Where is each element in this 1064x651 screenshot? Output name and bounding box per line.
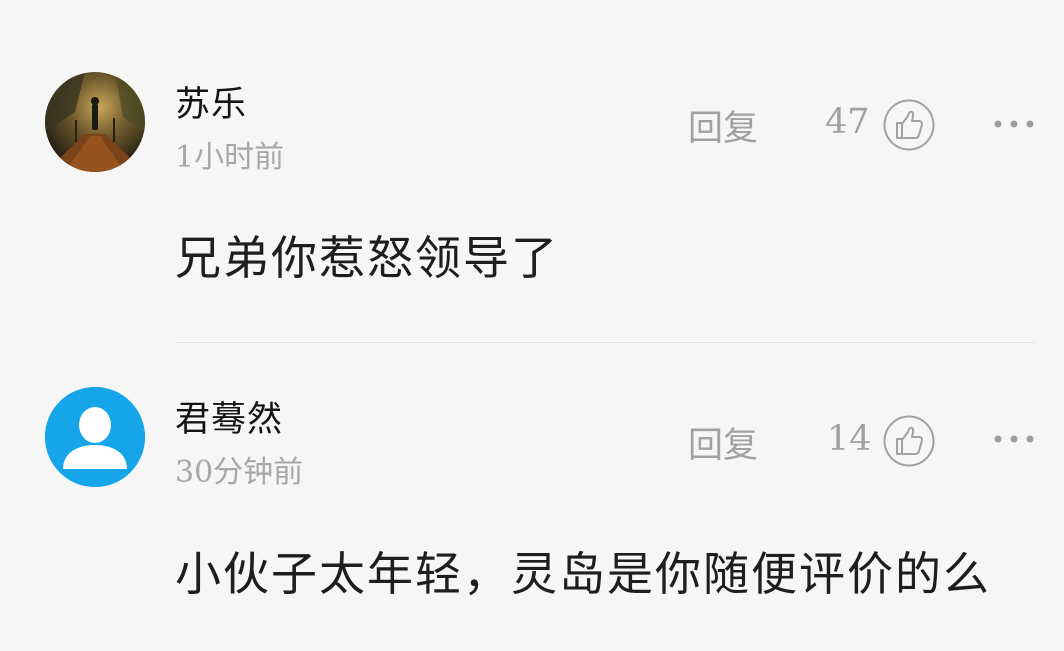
user-avatar[interactable] xyxy=(45,387,145,487)
reply-button[interactable]: 回复 xyxy=(688,417,758,468)
like-button[interactable] xyxy=(883,415,935,467)
more-button[interactable] xyxy=(993,431,1035,445)
timestamp: 1小时前 xyxy=(175,140,285,175)
like-count: 14 xyxy=(827,419,872,459)
comment-text: 兄弟你惹怒领导了 xyxy=(175,231,559,285)
like-button[interactable] xyxy=(883,99,935,151)
thumbs-up-icon xyxy=(883,415,935,467)
username[interactable]: 君蓦然 xyxy=(175,391,283,442)
username[interactable]: 苏乐 xyxy=(175,76,247,127)
timestamp: 30分钟前 xyxy=(175,455,304,490)
more-button[interactable] xyxy=(993,116,1035,130)
comment-text: 小伙子太年轻，灵岛是你随便评价的么 xyxy=(175,547,991,601)
comment-list: 苏乐 1小时前 回复 47 兄弟你惹怒领导了 君蓦然 30分钟前 回复 14 小… xyxy=(0,0,1064,651)
comment-item: 君蓦然 30分钟前 回复 14 小伙子太年轻，灵岛是你随便评价的么 xyxy=(0,343,1064,651)
user-avatar[interactable] xyxy=(45,72,145,172)
like-count: 47 xyxy=(825,102,870,142)
reply-button[interactable]: 回复 xyxy=(688,100,758,151)
more-dots-icon xyxy=(994,435,1034,443)
photo-avatar-icon xyxy=(45,72,145,172)
more-dots-icon xyxy=(994,120,1034,128)
default-user-avatar-icon xyxy=(45,387,145,487)
comment-item: 苏乐 1小时前 回复 47 兄弟你惹怒领导了 xyxy=(0,0,1064,343)
thumbs-up-icon xyxy=(883,99,935,151)
